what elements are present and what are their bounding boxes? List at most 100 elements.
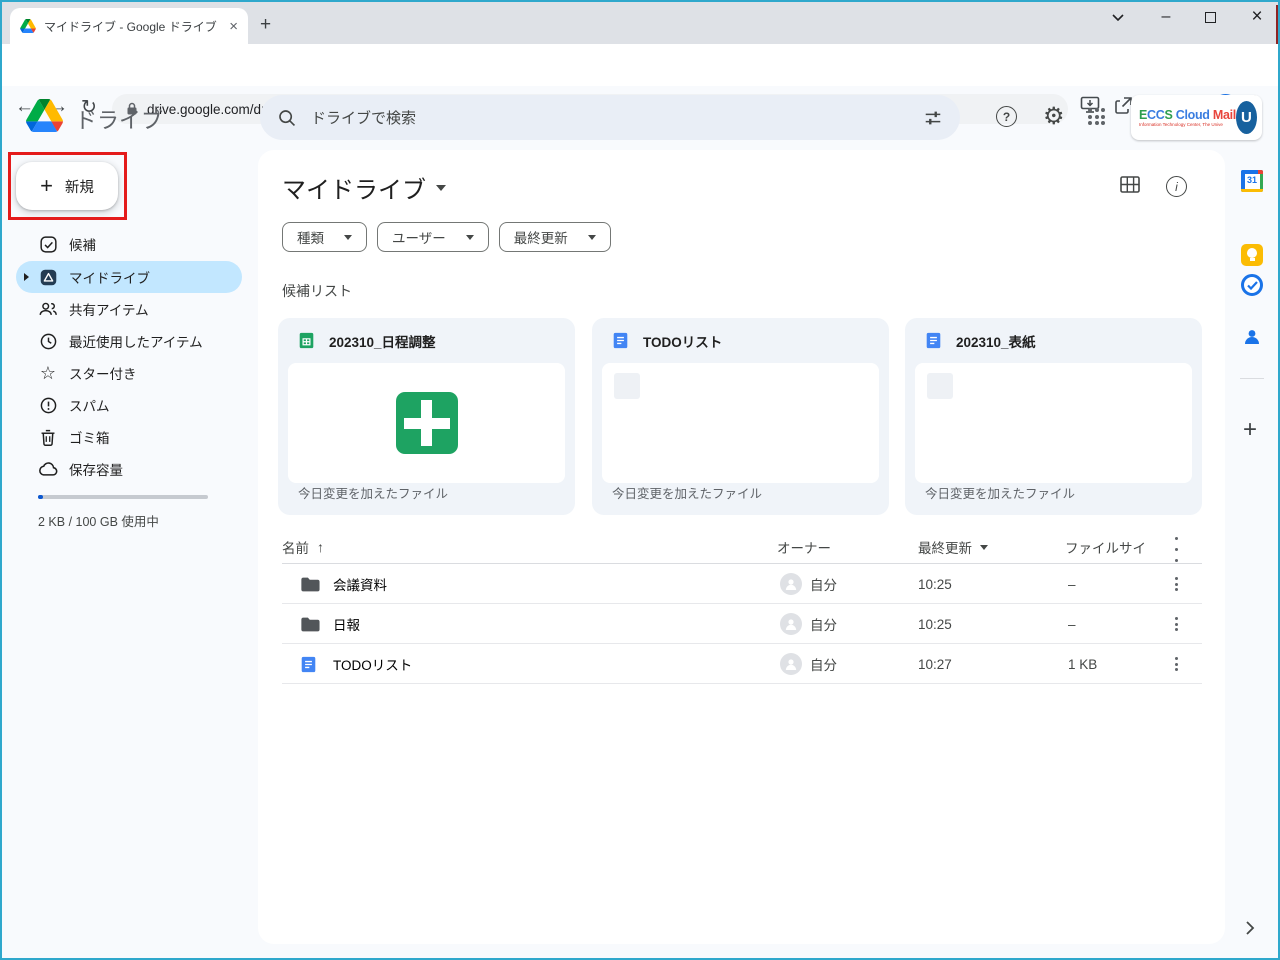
search-icon[interactable] [277, 108, 297, 128]
sidebar-item-starred[interactable]: ☆ スター付き [16, 357, 242, 389]
chevron-down-icon [344, 235, 352, 240]
tasks-icon[interactable] [1241, 274, 1263, 296]
search-options-icon[interactable] [923, 108, 943, 128]
file-size: – [1068, 604, 1076, 644]
main-content: マイドライブ i 種類 ユーザー 最終更新 候補リスト [258, 150, 1225, 944]
hide-side-panel-chevron-icon[interactable] [1245, 920, 1255, 941]
app-name: ドライブ [75, 103, 163, 135]
chevron-down-icon [980, 545, 988, 550]
sidebar-item-label: マイドライブ [69, 267, 150, 287]
drive-favicon-icon [20, 19, 36, 33]
account-badge[interactable]: ECCS Cloud Mail Information Technology C… [1131, 95, 1262, 140]
brand-text: CC [1147, 108, 1164, 122]
apps-grid-icon[interactable] [1088, 108, 1105, 125]
table-row[interactable]: TODOリスト 自分 10:27 1 KB [282, 644, 1202, 684]
row-menu-icon[interactable] [1175, 564, 1178, 604]
filter-chip-modified[interactable]: 最終更新 [499, 222, 611, 252]
calendar-date-label: 31 [1241, 175, 1263, 185]
grid-view-icon[interactable] [1120, 176, 1140, 198]
browser-tab[interactable]: マイドライブ - Google ドライブ × [10, 8, 248, 44]
column-name[interactable]: 名前 ↑ [282, 537, 324, 557]
modified-time: 10:25 [918, 564, 952, 604]
brand-subtext: Information Technology Center, The Unive… [1139, 122, 1223, 127]
people-icon [38, 299, 58, 319]
owner-avatar [780, 644, 802, 684]
tab-close-icon[interactable]: × [229, 19, 238, 34]
storage-usage-text: 2 KB / 100 GB 使用中 [38, 511, 159, 530]
brand-text: E [1139, 108, 1147, 122]
new-tab-button[interactable]: + [260, 14, 271, 36]
filter-chips: 種類 ユーザー 最終更新 [282, 222, 611, 252]
owner-name: 自分 [810, 564, 837, 604]
storage-progress-fill [38, 495, 43, 499]
suggestion-card-reason: 今日変更を加えたファイル [612, 483, 762, 502]
file-name: 会議資料 [333, 564, 387, 604]
page-title[interactable]: マイドライブ [282, 170, 446, 205]
search-input[interactable]: ドライブで検索 [260, 95, 960, 140]
sidebar-item-shared[interactable]: 共有アイテム [16, 293, 242, 325]
drive-logo-icon[interactable] [26, 99, 63, 137]
column-size[interactable]: ファイルサイ [1065, 537, 1146, 557]
sidebar-item-storage[interactable]: 保存容量 [16, 453, 242, 485]
sidebar-item-my-drive[interactable]: マイドライブ [16, 261, 242, 293]
info-icon[interactable]: i [1166, 176, 1187, 197]
chip-label: ユーザー [392, 227, 446, 247]
share-icon[interactable] [1113, 96, 1133, 120]
window-minimize-button[interactable]: – [1148, 4, 1184, 30]
clock-icon [38, 331, 58, 351]
sidebar-item-spam[interactable]: スパム [16, 389, 242, 421]
tab-title: マイドライブ - Google ドライブ [44, 18, 221, 35]
file-preview [288, 363, 565, 483]
sheets-thumbnail-icon [396, 392, 458, 454]
settings-gear-icon[interactable]: ⚙ [1043, 105, 1065, 129]
suggestion-card[interactable]: 202310_日程調整 今日変更を加えたファイル [278, 318, 575, 515]
window-maximize-button[interactable] [1192, 4, 1228, 30]
window-close-button[interactable]: × [1239, 4, 1275, 30]
docs-file-icon [612, 332, 629, 349]
page-title-text: マイドライブ [282, 170, 426, 205]
chevron-down-icon [466, 235, 474, 240]
sidebar-item-suggested[interactable]: 候補 [16, 228, 242, 260]
suggestion-card[interactable]: 202310_表紙 今日変更を加えたファイル [905, 318, 1202, 515]
sidebar-item-label: スター付き [69, 363, 137, 383]
row-menu-icon[interactable] [1175, 644, 1178, 684]
docs-file-icon [300, 644, 317, 684]
brand-text: Cloud [1173, 108, 1213, 122]
chevron-down-icon [588, 235, 596, 240]
contacts-icon[interactable] [1241, 326, 1263, 348]
calendar-icon[interactable]: 31 [1241, 170, 1263, 192]
column-owner[interactable]: オーナー [777, 537, 831, 557]
sidebar-item-recent[interactable]: 最近使用したアイテム [16, 325, 242, 357]
docs-file-icon [925, 332, 942, 349]
sidebar-item-trash[interactable]: ゴミ箱 [16, 421, 242, 453]
header-menu-icon[interactable] [1175, 537, 1178, 562]
file-name: 日報 [333, 604, 360, 644]
suggestion-card-name: TODOリスト [643, 331, 722, 351]
screenshot-root: マイドライブ - Google ドライブ × + – × ← → ↻ drive… [0, 0, 1280, 960]
keep-icon[interactable] [1241, 244, 1263, 266]
tab-search-chevron-icon[interactable] [1100, 4, 1136, 30]
help-icon[interactable]: ? [996, 106, 1017, 127]
filter-chip-people[interactable]: ユーザー [377, 222, 489, 252]
expander-arrow-icon[interactable] [24, 273, 29, 281]
column-modified[interactable]: 最終更新 [918, 537, 988, 557]
chip-label: 種類 [297, 227, 324, 247]
sort-ascending-icon[interactable]: ↑ [317, 539, 324, 555]
suggestion-card[interactable]: TODOリスト 今日変更を加えたファイル [592, 318, 889, 515]
table-row[interactable]: 会議資料 自分 10:25 – [282, 564, 1202, 604]
file-size: – [1068, 564, 1076, 604]
drive-profile-avatar[interactable]: U [1236, 101, 1257, 134]
add-addon-icon[interactable]: + [1243, 416, 1257, 444]
trash-icon [38, 427, 58, 447]
sidebar-item-label: 共有アイテム [69, 299, 149, 319]
file-name: TODOリスト [333, 644, 412, 684]
file-table-header: 名前 ↑ オーナー 最終更新 ファイルサイ [282, 530, 1202, 564]
row-menu-icon[interactable] [1175, 604, 1178, 644]
table-row[interactable]: 日報 自分 10:25 – [282, 604, 1202, 644]
suggestion-card-reason: 今日変更を加えたファイル [298, 483, 448, 502]
filter-chip-type[interactable]: 種類 [282, 222, 367, 252]
browser-toolbar: ← → ↻ drive.google.com/drive/my-drive ☆ … [0, 44, 1280, 86]
suggestions-heading: 候補リスト [282, 281, 352, 301]
owner-name: 自分 [810, 604, 837, 644]
sidebar-item-label: 保存容量 [69, 459, 123, 479]
